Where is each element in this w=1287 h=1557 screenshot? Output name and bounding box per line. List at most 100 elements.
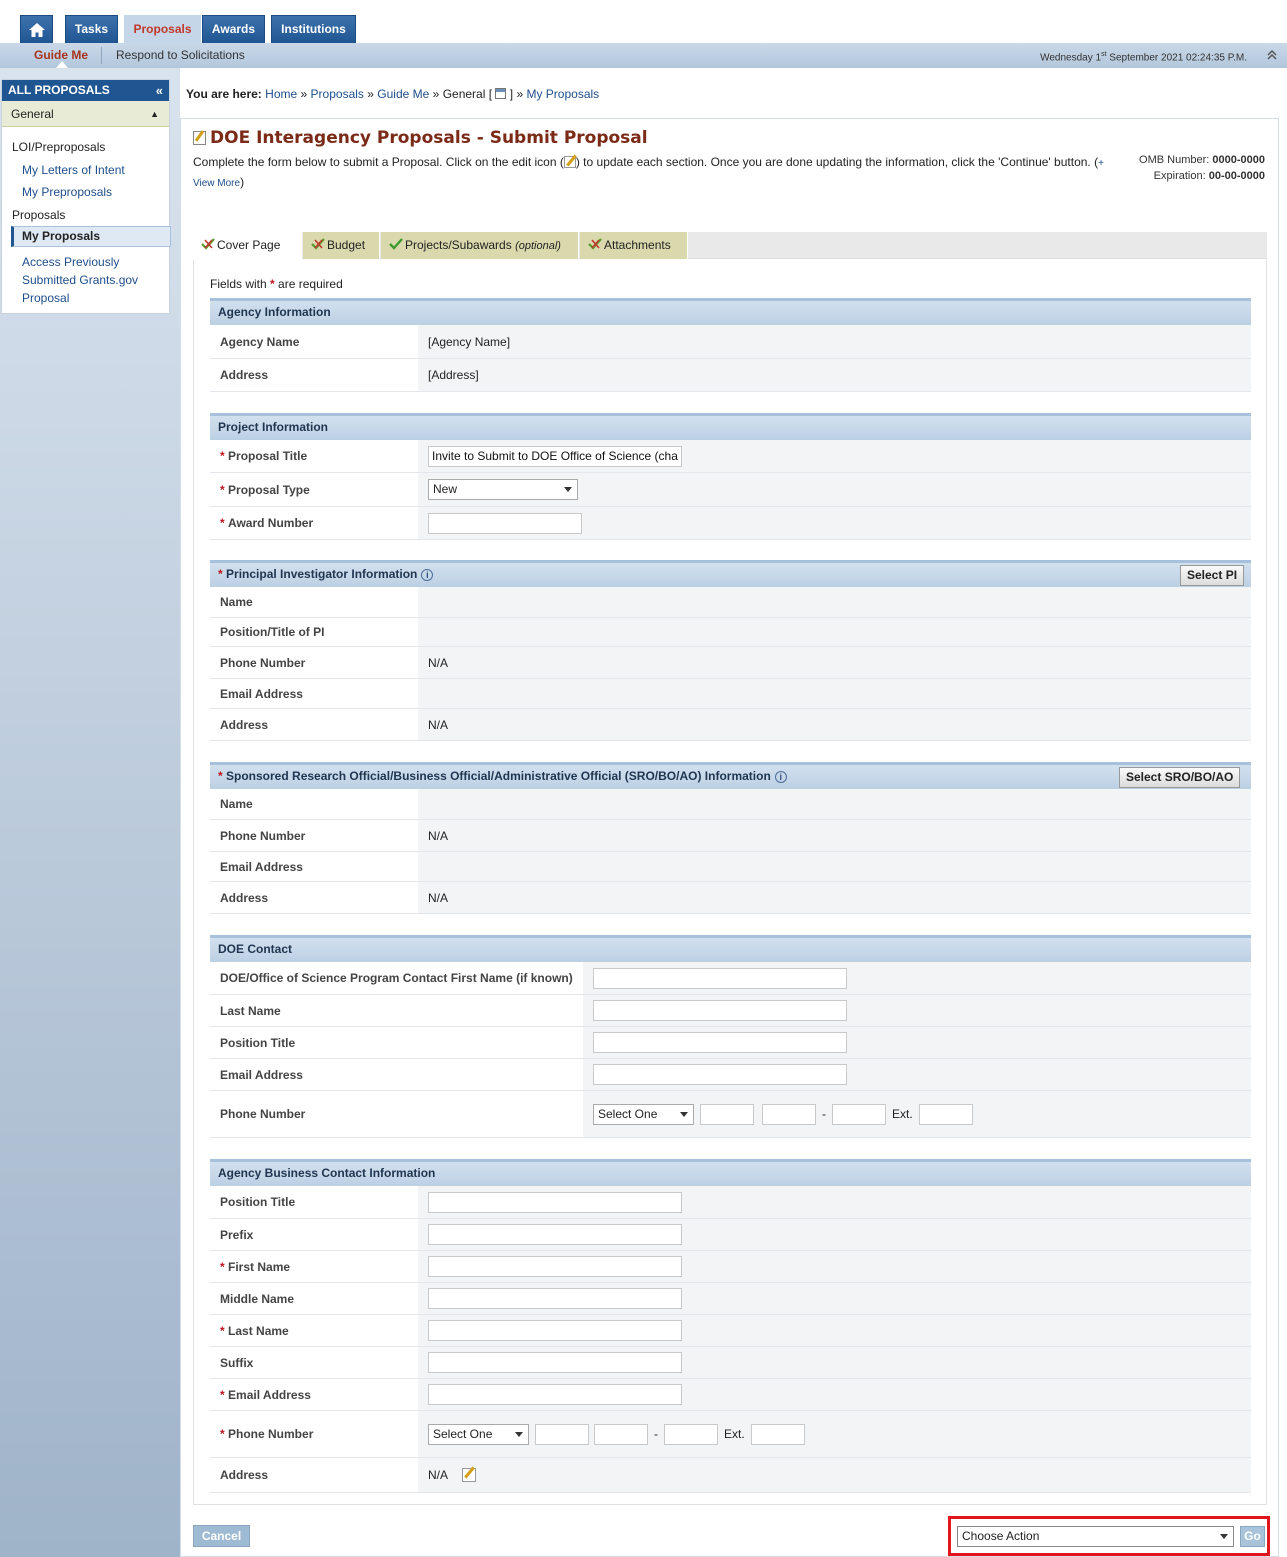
subnav-guide-me[interactable]: Guide Me: [34, 48, 88, 62]
doe-position-input[interactable]: [593, 1032, 847, 1053]
doe-phone-line-input[interactable]: [832, 1103, 886, 1125]
bc-phone-area-input[interactable]: [535, 1423, 589, 1445]
view-more-plus[interactable]: +: [1098, 158, 1104, 169]
incomplete-check-icon: [588, 232, 602, 259]
sidebar-item-access-previous-proposal[interactable]: Access Previously Submitted Grants.gov P…: [22, 253, 138, 307]
required-note-b: are required: [278, 277, 343, 291]
bc-prefix-label: Prefix: [210, 1219, 418, 1250]
subnav-divider: [101, 47, 102, 64]
sidebar-group-general[interactable]: General ▲: [2, 101, 169, 127]
bc-ext-label: Ext.: [724, 1427, 745, 1441]
access-line-1: Access Previously: [22, 255, 120, 269]
tab-cover-page[interactable]: Cover Page: [193, 232, 302, 259]
tab-proposals[interactable]: Proposals: [124, 15, 201, 43]
cancel-button[interactable]: Cancel: [193, 1525, 250, 1547]
doe-last-name-input[interactable]: [593, 1000, 847, 1021]
row-bc-position: Position Title: [210, 1186, 1251, 1219]
subnav-respond-to-solicitations[interactable]: Respond to Solicitations: [116, 48, 245, 62]
clock-time: September 2021 02:24:35 P.M.: [1106, 52, 1247, 64]
collapse-sidebar-icon[interactable]: «: [156, 80, 163, 101]
choose-action-select[interactable]: Choose Action: [957, 1526, 1234, 1547]
go-button[interactable]: Go: [1240, 1526, 1265, 1547]
proposal-title-input[interactable]: [428, 445, 682, 467]
doe-phone-prefix-input[interactable]: [762, 1103, 816, 1125]
active-caret: [56, 61, 68, 68]
edit-icon: [563, 156, 576, 168]
bc-phone-line-input[interactable]: [664, 1423, 718, 1445]
collapse-header-icon[interactable]: [1267, 49, 1277, 63]
required-star-icon: *: [220, 1323, 225, 1338]
bc-email-label-text: Email Address: [228, 1387, 311, 1402]
bc-prefix-input[interactable]: [428, 1224, 682, 1245]
tab-awards[interactable]: Awards: [202, 15, 265, 43]
sidebar-group-label: General: [11, 107, 54, 121]
bc-phone-ext-input[interactable]: [750, 1423, 805, 1445]
bc-phone-prefix-input[interactable]: [594, 1423, 648, 1445]
doe-first-name-input[interactable]: [593, 967, 847, 989]
home-tab[interactable]: [20, 15, 53, 43]
select-pi-button[interactable]: Select PI: [1180, 565, 1245, 586]
bc-last-name-label: * Last Name: [210, 1315, 418, 1346]
required-star-icon: *: [220, 449, 225, 463]
doe-email-input[interactable]: [593, 1064, 847, 1085]
breadcrumb-home[interactable]: Home: [265, 87, 297, 101]
bc-position-input[interactable]: [428, 1191, 682, 1213]
row-proposal-title: * Proposal Title: [210, 440, 1251, 473]
edit-address-icon[interactable]: [462, 1468, 477, 1482]
breadcrumb-my-proposals[interactable]: My Proposals: [526, 87, 599, 101]
view-more-link[interactable]: View More: [193, 178, 240, 189]
page-instructions: Complete the form below to submit a Prop…: [193, 153, 1113, 193]
calendar-icon[interactable]: [495, 88, 507, 99]
proposal-type-select[interactable]: New: [428, 479, 578, 500]
intro-text-a: Complete the form below to submit a Prop…: [193, 155, 564, 169]
agency-name-value: [Agency Name]: [418, 325, 1251, 358]
doe-phone-ext-input[interactable]: [918, 1103, 973, 1125]
sidebar-item-letters-of-intent[interactable]: My Letters of Intent: [22, 163, 125, 177]
breadcrumb-proposals[interactable]: Proposals: [311, 87, 364, 101]
row-pi-position: Position/Title of PI: [210, 618, 1251, 647]
bc-middle-name-input[interactable]: [428, 1288, 682, 1309]
doe-phone-label: Phone Number: [210, 1091, 583, 1137]
bc-last-name-input[interactable]: [428, 1320, 682, 1341]
chevron-up-icon[interactable]: ▲: [150, 101, 159, 127]
select-sro-button[interactable]: Select SRO/BO/AO: [1119, 767, 1241, 788]
tab-attachments[interactable]: Attachments: [580, 232, 688, 259]
pi-email-value: [418, 679, 1251, 708]
doe-ext-label: Ext.: [892, 1107, 913, 1121]
dropdown-arrow-icon: [564, 487, 572, 492]
sidebar-item-preproposals[interactable]: My Preproposals: [22, 185, 112, 199]
row-bc-address: Address N/A: [210, 1458, 1251, 1493]
sidebar: ALL PROPOSALS « General ▲ LOI/Preproposa…: [1, 79, 171, 314]
bc-address-label: Address: [210, 1458, 418, 1492]
tab-budget[interactable]: Budget: [303, 232, 380, 259]
info-icon[interactable]: i: [774, 770, 787, 783]
doe-phone-area-input[interactable]: [700, 1103, 754, 1125]
breadcrumb-guide-me[interactable]: Guide Me: [377, 87, 429, 101]
tab-tasks[interactable]: Tasks: [65, 15, 118, 43]
sro-email-value: [418, 852, 1251, 881]
bc-email-input[interactable]: [428, 1384, 682, 1405]
doe-first-name-label: DOE/Office of Science Program Contact Fi…: [210, 962, 583, 994]
award-number-input[interactable]: [428, 512, 582, 534]
tab-projects-subawards[interactable]: Projects/Subawards (optional): [381, 232, 579, 259]
bc-first-name-input[interactable]: [428, 1256, 682, 1277]
section-project-information: Project Information: [210, 413, 1251, 440]
breadcrumb-general: General [: [442, 87, 493, 101]
bc-suffix-input[interactable]: [428, 1352, 682, 1373]
info-icon[interactable]: i: [421, 568, 434, 581]
bc-phone-country-select[interactable]: Select One: [428, 1423, 529, 1445]
row-bc-phone: * Phone Number Select One - Ext.: [210, 1411, 1251, 1458]
sidebar-item-my-proposals[interactable]: My Proposals: [11, 226, 171, 247]
phone-dash: -: [822, 1107, 826, 1121]
edit-document-icon: [193, 131, 206, 145]
bc-position-label: Position Title: [210, 1186, 418, 1218]
doe-phone-country-select[interactable]: Select One: [593, 1103, 694, 1125]
row-bc-last-name: * Last Name: [210, 1315, 1251, 1347]
section-business-contact: Agency Business Contact Information: [210, 1159, 1251, 1186]
tab-institutions[interactable]: Institutions: [271, 15, 356, 43]
row-bc-suffix: Suffix: [210, 1347, 1251, 1379]
proposal-title-label-text: Proposal Title: [228, 449, 308, 463]
row-award-number: * Award Number: [210, 507, 1251, 540]
row-doe-email: Email Address: [210, 1059, 1251, 1091]
tab-label: Projects/Subawards: [405, 238, 512, 252]
